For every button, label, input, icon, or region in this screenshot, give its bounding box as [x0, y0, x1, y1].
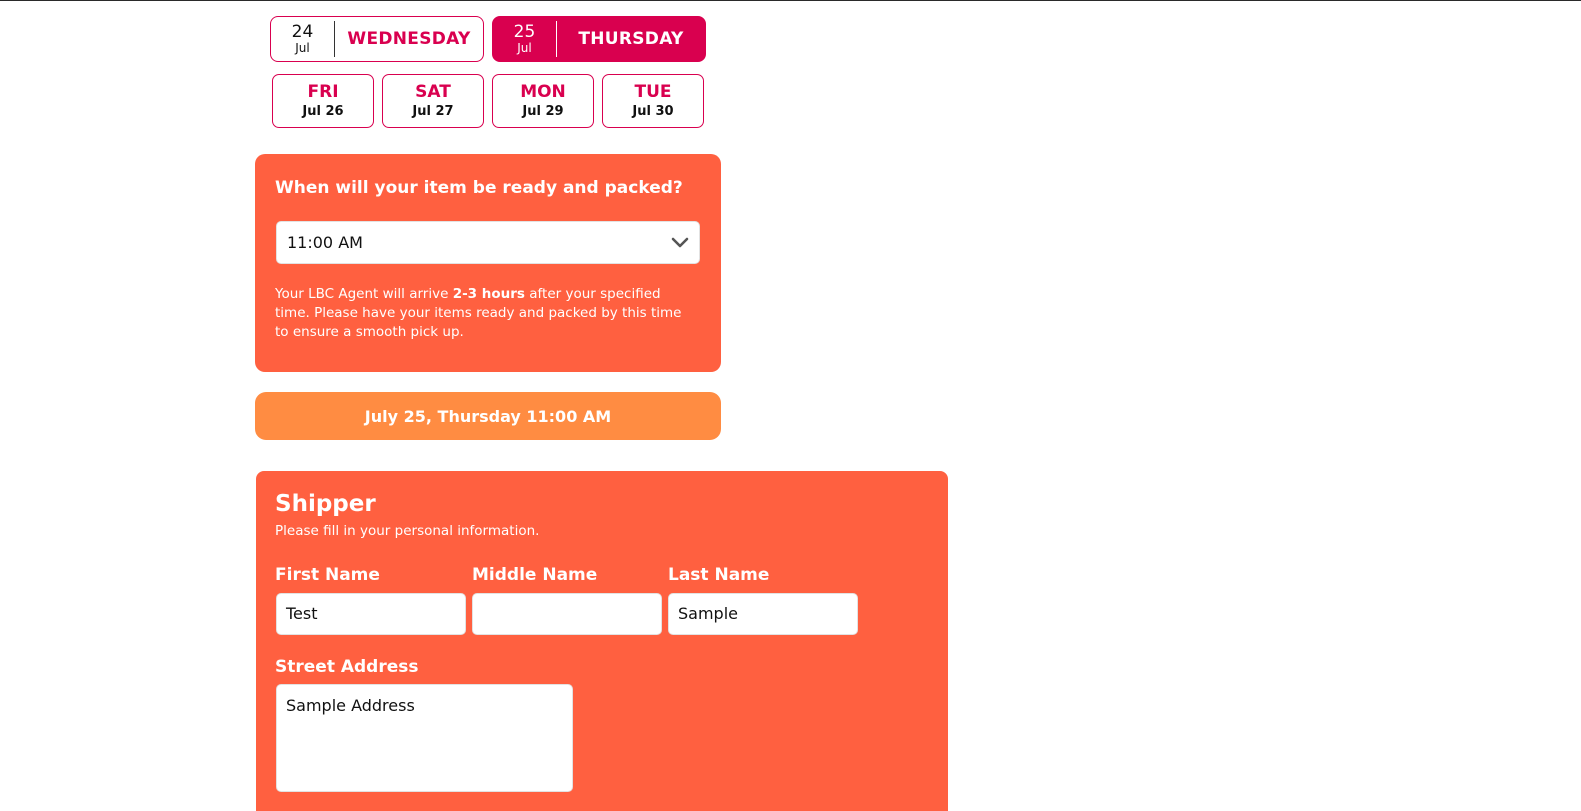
pickup-summary-bar: July 25, Thursday 11:00 AM [255, 392, 721, 440]
day-option-thursday[interactable]: 25 Jul THURSDAY [492, 16, 706, 62]
day-name-label: MON [520, 82, 566, 102]
pickup-summary-text: July 25, Thursday 11:00 AM [364, 406, 612, 426]
last-name-field[interactable]: Sample [668, 593, 858, 635]
day-name-label: WEDNESDAY [347, 29, 471, 49]
day-option-sat[interactable]: SAT Jul 27 [382, 74, 484, 128]
ready-time-select[interactable]: 11:00 AM [276, 221, 700, 264]
street-address-field[interactable]: Sample Address [276, 684, 573, 792]
day-option-wednesday[interactable]: 24 Jul WEDNESDAY [270, 16, 484, 62]
first-name-label: First Name [275, 565, 380, 585]
day-date-block: 24 Jul [271, 21, 335, 57]
day-date-block: 25 Jul [493, 21, 557, 57]
day-date-number: 24 [291, 22, 314, 42]
middle-name-field[interactable] [472, 593, 662, 635]
day-date-month: Jul [517, 41, 532, 55]
ready-time-value: 11:00 AM [287, 233, 363, 252]
day-name-label: FRI [307, 82, 339, 102]
day-date-number: 25 [513, 22, 536, 42]
day-date-label: Jul 27 [412, 104, 454, 119]
day-option-fri[interactable]: FRI Jul 26 [272, 74, 374, 128]
day-date-label: Jul 26 [302, 104, 344, 119]
day-option-mon[interactable]: MON Jul 29 [492, 74, 594, 128]
day-date-month: Jul [295, 41, 310, 55]
shipper-card: Shipper Please fill in your personal inf… [256, 471, 948, 811]
chevron-down-icon [671, 237, 689, 248]
ready-time-title: When will your item be ready and packed? [275, 178, 683, 198]
street-address-label: Street Address [275, 657, 419, 677]
day-date-label: Jul 29 [522, 104, 564, 119]
top-divider [0, 0, 1581, 1]
note-text-before: Your LBC Agent will arrive [275, 286, 453, 302]
shipper-subtitle: Please fill in your personal information… [275, 523, 540, 539]
day-name-label: TUE [634, 82, 672, 102]
shipper-title: Shipper [275, 491, 376, 517]
day-name-label: SAT [415, 82, 451, 102]
day-name-label: THURSDAY [578, 29, 684, 49]
middle-name-label: Middle Name [472, 565, 598, 585]
ready-time-card: When will your item be ready and packed?… [255, 154, 721, 372]
day-date-label: Jul 30 [632, 104, 674, 119]
note-text-bold: 2-3 hours [452, 286, 525, 302]
last-name-label: Last Name [668, 565, 770, 585]
first-name-field[interactable]: Test [276, 593, 466, 635]
day-option-tue[interactable]: TUE Jul 30 [602, 74, 704, 128]
ready-time-note: Your LBC Agent will arrive 2-3 hours aft… [275, 285, 685, 342]
